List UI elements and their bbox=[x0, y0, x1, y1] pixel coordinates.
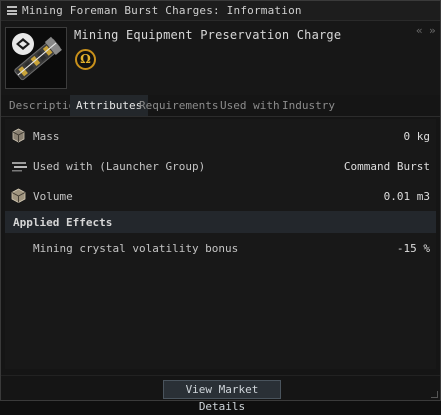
resize-grip-icon[interactable] bbox=[431, 391, 438, 398]
tab-used-with[interactable]: Used with bbox=[220, 95, 280, 116]
launcher-icon bbox=[11, 158, 27, 173]
tab-industry[interactable]: Industry bbox=[282, 95, 335, 116]
tab-requirements[interactable]: Requirements bbox=[139, 95, 218, 116]
window-title: Mining Foreman Burst Charges: Informatio… bbox=[22, 4, 302, 17]
applied-effects-header[interactable]: Applied Effects bbox=[5, 211, 436, 233]
item-name: Mining Equipment Preservation Charge bbox=[74, 28, 342, 42]
item-header: Mining Equipment Preservation Charge Ω «… bbox=[1, 21, 440, 95]
collapse-icon[interactable]: « bbox=[416, 24, 423, 37]
mining-charge-icon[interactable] bbox=[5, 27, 67, 89]
tab-attributes[interactable]: Attributes bbox=[70, 95, 149, 116]
attributes-list[interactable]: Mass 0 kg Used with (Launcher Group) Com… bbox=[5, 119, 436, 369]
effect-label: Mining crystal volatility bonus bbox=[33, 242, 239, 255]
attribute-label: Volume bbox=[33, 190, 73, 203]
attribute-row: Mass 0 kg bbox=[5, 122, 436, 150]
omega-icon: Ω bbox=[75, 49, 96, 70]
attribute-value: 0 kg bbox=[403, 130, 431, 143]
attribute-row: Used with (Launcher Group) Command Burst bbox=[5, 152, 436, 180]
title-bar[interactable]: Mining Foreman Burst Charges: Informatio… bbox=[1, 1, 440, 21]
attribute-label: Mass bbox=[33, 130, 60, 143]
section-title: Applied Effects bbox=[13, 216, 113, 229]
attribute-row: Volume 0.01 m3 bbox=[5, 182, 436, 210]
footer: View Market Details bbox=[1, 375, 440, 413]
mass-icon bbox=[11, 128, 26, 143]
attribute-value: Command Burst bbox=[343, 160, 430, 173]
effect-value: -15 % bbox=[396, 242, 430, 255]
attribute-value: 0.01 m3 bbox=[383, 190, 430, 203]
view-market-details-button[interactable]: View Market Details bbox=[163, 380, 281, 413]
menu-icon[interactable] bbox=[7, 6, 17, 15]
volume-icon bbox=[11, 188, 26, 203]
info-window: Mining Foreman Burst Charges: Informatio… bbox=[0, 0, 441, 413]
tab-bar: Description Attributes Requirements Used… bbox=[1, 95, 440, 117]
attribute-label: Used with (Launcher Group) bbox=[33, 160, 206, 173]
effect-row: Mining crystal volatility bonus -15 % bbox=[5, 234, 436, 262]
expand-icon[interactable]: » bbox=[429, 24, 436, 37]
